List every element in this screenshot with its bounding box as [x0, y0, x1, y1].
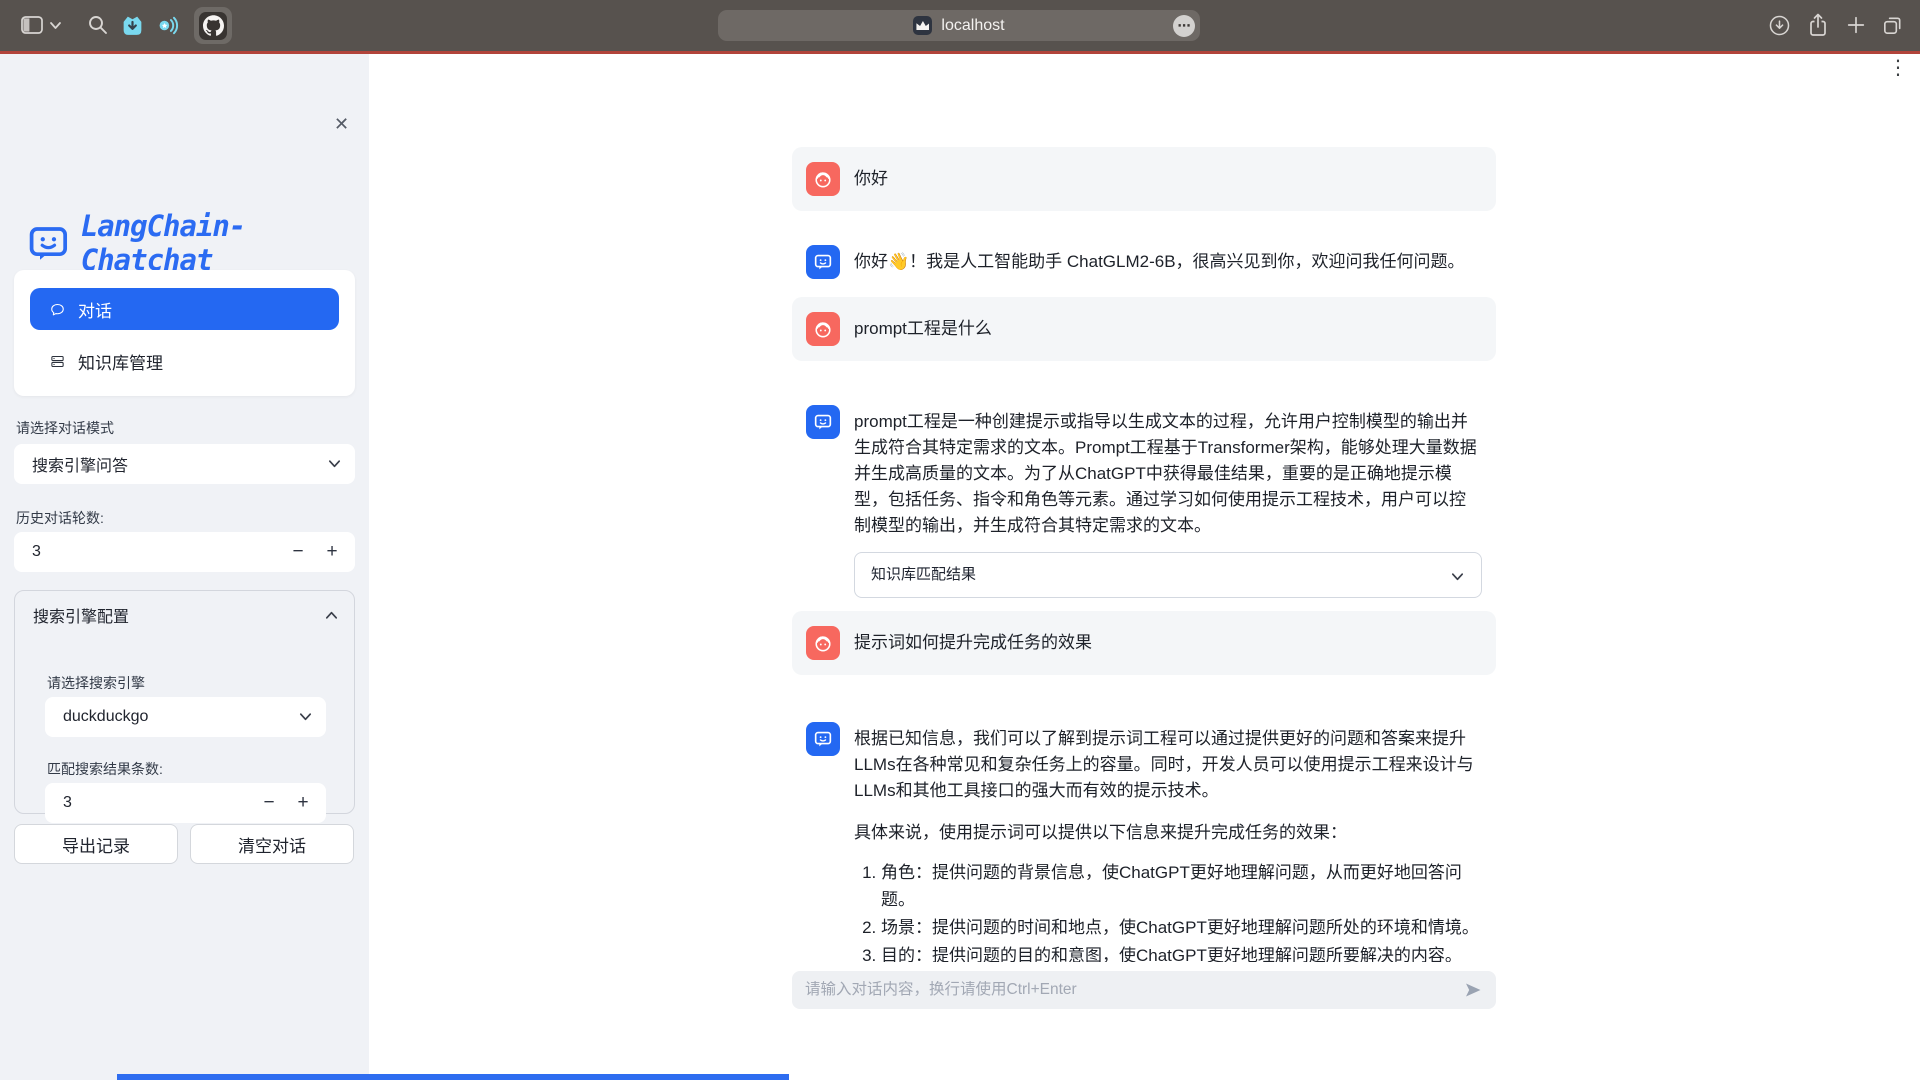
chat-message-assistant: prompt工程是一种创建提示或指导以生成文本的过程，允许用户控制模型的输出并生… [792, 390, 1496, 613]
message-text: prompt工程是什么 [854, 312, 992, 342]
sidebar-close-icon[interactable]: ✕ [334, 114, 349, 135]
message-paragraph: 具体来说，使用提示词可以提供以下信息来提升完成任务的效果： [854, 820, 1482, 846]
message-text: 提示词如何提升完成任务的效果 [854, 626, 1092, 656]
search-icon[interactable] [86, 13, 110, 37]
search-engine-value: duckduckgo [63, 708, 148, 726]
logo-text: LangChain-Chatchat [81, 209, 369, 277]
assistant-avatar [806, 722, 840, 756]
history-plus-button[interactable]: + [315, 532, 349, 572]
chevron-down-icon [1450, 569, 1465, 584]
app-logo: LangChain-Chatchat [26, 209, 369, 277]
dialog-mode-label: 请选择对话模式 [16, 418, 114, 438]
tab-overview-icon[interactable] [1881, 14, 1904, 37]
chat-message-user: 提示词如何提升完成任务的效果 [792, 611, 1496, 675]
chevron-down-icon [327, 456, 342, 471]
app-menu-icon[interactable]: ⋮ [1888, 58, 1908, 78]
list-item: 角色：提供问题的背景信息，使ChatGPT更好地理解问题，从而更好地回答问题。 [881, 859, 1482, 913]
history-minus-button[interactable]: − [281, 532, 315, 572]
nav-item-label: 知识库管理 [78, 349, 163, 374]
message-text: 你好 [854, 162, 888, 192]
message-paragraph: 根据已知信息，我们可以了解到提示词工程可以通过提供更好的问题和答案来提升LLMs… [854, 726, 1482, 804]
user-avatar [806, 162, 840, 196]
message-text: prompt工程是一种创建提示或指导以生成文本的过程，允许用户控制模型的输出并生… [854, 409, 1482, 539]
dialog-mode-value: 搜索引擎问答 [32, 452, 128, 476]
user-avatar [806, 312, 840, 346]
nav-item-dialog[interactable]: 对话 [30, 288, 339, 330]
tab-github[interactable] [194, 7, 232, 44]
user-face-icon [812, 168, 834, 190]
result-minus-button[interactable]: − [252, 783, 286, 823]
bottom-accent-bar [117, 1074, 789, 1080]
history-rounds-input[interactable]: 3 − + [14, 532, 355, 572]
sidebar: ✕ LangChain-Chatchat 对话 知识库管理 请选择对话模式 [0, 54, 369, 1080]
share-icon[interactable] [1806, 12, 1830, 38]
sidebar-toggle-icon[interactable] [20, 14, 44, 36]
list-item: 场景：提供问题的时间和地点，使ChatGPT更好地理解问题所处的环境和情境。 [881, 914, 1482, 941]
chat-input[interactable] [805, 981, 1453, 999]
assistant-avatar [806, 245, 840, 279]
logo-chat-bubble-icon [26, 220, 71, 266]
nav-item-label: 对话 [78, 297, 112, 322]
kb-match-results-expander[interactable]: 知识库匹配结果 [854, 552, 1482, 598]
assistant-bubble-icon [812, 251, 834, 273]
browser-toolbar: localhost ⋯ [0, 0, 1920, 51]
result-count-label: 匹配搜索结果条数: [47, 759, 163, 779]
nav-item-knowledge-base[interactable]: 知识库管理 [30, 342, 339, 380]
export-records-button[interactable]: 导出记录 [14, 824, 178, 864]
history-rounds-value: 3 [32, 543, 41, 561]
address-bar[interactable]: localhost ⋯ [718, 10, 1200, 41]
user-avatar [806, 626, 840, 660]
search-engine-config-title: 搜索引擎配置 [33, 603, 129, 627]
url-text: localhost [941, 17, 1004, 35]
site-favicon [913, 16, 932, 35]
database-stack-icon [50, 354, 65, 369]
result-count-value: 3 [63, 794, 72, 812]
chat-input-container [792, 971, 1496, 1009]
extension-cat-download-icon[interactable] [120, 13, 145, 38]
assistant-avatar [806, 405, 840, 439]
downloads-icon[interactable] [1768, 14, 1791, 37]
new-tab-icon[interactable] [1845, 14, 1867, 36]
chevron-down-icon [298, 709, 313, 724]
kb-match-results-label: 知识库匹配结果 [871, 562, 976, 588]
chat-message-assistant: 你好👋！我是人工智能助手 ChatGLM2-6B，很高兴见到你，欢迎问我任何问题… [792, 230, 1496, 294]
nav-menu-card: 对话 知识库管理 [14, 270, 355, 396]
address-bar-more-icon[interactable]: ⋯ [1173, 15, 1195, 37]
dialog-mode-select[interactable]: 搜索引擎问答 [14, 444, 355, 484]
search-engine-select[interactable]: duckduckgo [45, 697, 326, 737]
send-icon[interactable] [1463, 980, 1483, 1000]
search-engine-config-expander: 搜索引擎配置 请选择搜索引擎 duckduckgo 匹配搜索结果条数: 3 − … [14, 590, 355, 814]
chat-message-user: prompt工程是什么 [792, 297, 1496, 361]
message-text: 你好👋！我是人工智能助手 ChatGLM2-6B，很高兴见到你，欢迎问我任何问题… [854, 245, 1465, 275]
chat-message-user: 你好 [792, 147, 1496, 211]
search-engine-config-header[interactable]: 搜索引擎配置 [15, 591, 354, 639]
result-count-input[interactable]: 3 − + [45, 783, 326, 823]
search-engine-label: 请选择搜索引擎 [47, 673, 145, 693]
github-icon [199, 12, 227, 40]
history-rounds-label: 历史对话轮数: [16, 508, 104, 528]
chat-bubble-icon [50, 302, 65, 317]
chevron-up-icon [324, 608, 339, 623]
result-plus-button[interactable]: + [286, 783, 320, 823]
clear-dialog-button[interactable]: 清空对话 [190, 824, 354, 864]
extension-circles-icon[interactable] [155, 13, 180, 38]
chevron-down-icon[interactable] [49, 20, 62, 31]
